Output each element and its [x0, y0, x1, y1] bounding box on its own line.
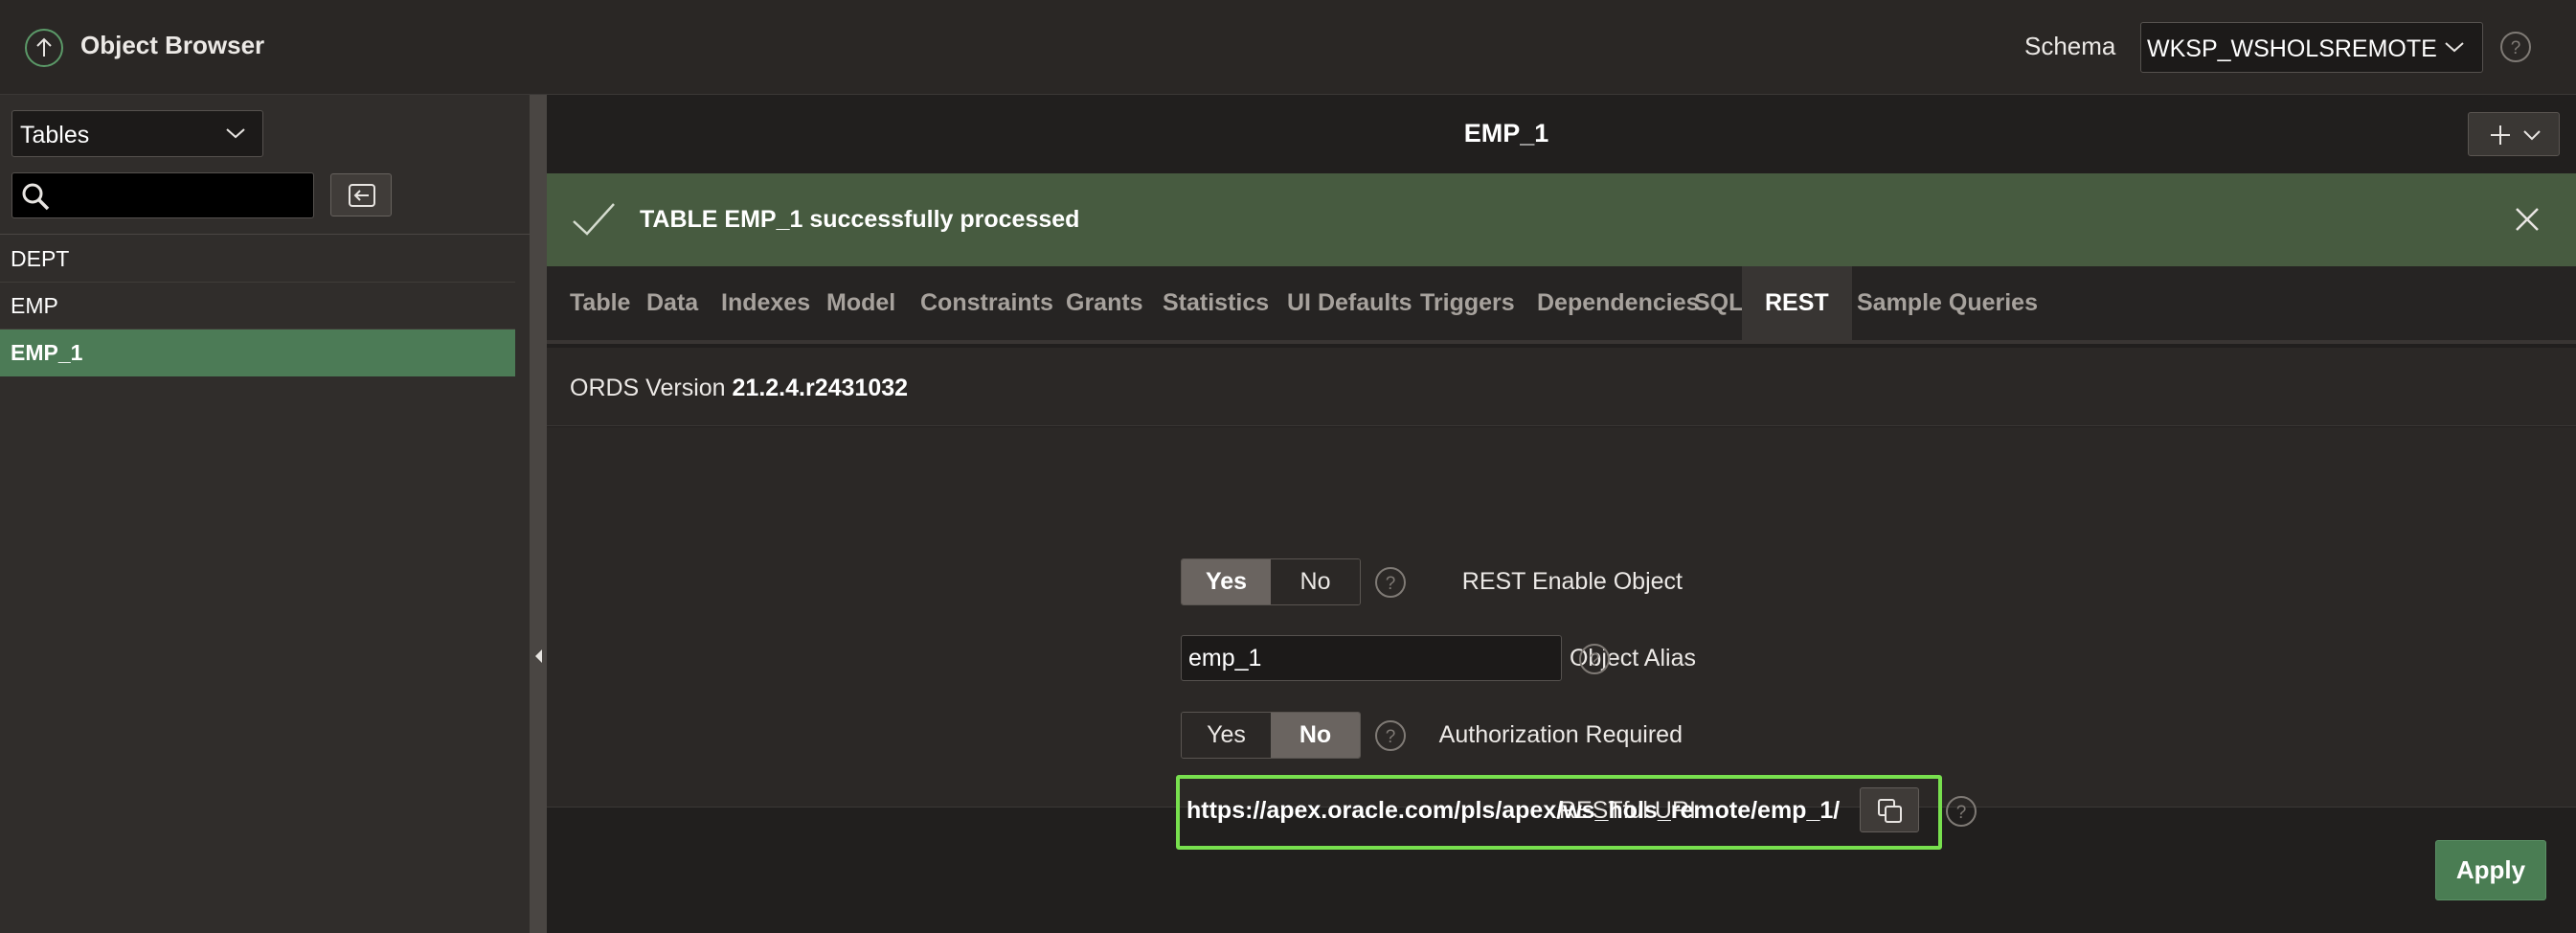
list-item[interactable]: DEPT	[0, 236, 515, 283]
ords-version-label: ORDS Version	[570, 375, 726, 401]
copy-icon	[1878, 799, 1902, 823]
ords-version-value: 21.2.4.r2431032	[732, 375, 909, 401]
svg-text:?: ?	[1956, 803, 1967, 823]
check-icon	[572, 202, 616, 237]
search-field[interactable]	[11, 172, 314, 218]
tab-sample-queries[interactable]: Sample Queries	[1834, 266, 2061, 340]
schema-value: WKSP_WSHOLSREMOTE	[2147, 35, 2437, 62]
object-alias-input[interactable]	[1181, 635, 1562, 681]
collapse-icon	[349, 184, 375, 207]
svg-text:?: ?	[2511, 38, 2521, 58]
list-item-selected[interactable]: EMP_1	[0, 330, 515, 376]
add-menu-button[interactable]	[2468, 112, 2560, 156]
search-input[interactable]	[56, 173, 307, 217]
schema-select[interactable]: WKSP_WSHOLSREMOTE	[2140, 22, 2483, 73]
ords-version-row: ORDS Version 21.2.4.r2431032	[547, 348, 2576, 426]
plus-icon	[2490, 125, 2511, 146]
success-alert: TABLE EMP_1 successfully processed	[547, 173, 2576, 266]
ords-version-text: ORDS Version 21.2.4.r2431032	[570, 375, 908, 402]
copy-button[interactable]	[1860, 787, 1919, 832]
pane-splitter[interactable]	[530, 95, 547, 933]
object-tree-pane: Tables DEPT EMP EMP_1	[0, 95, 530, 933]
chevron-down-icon	[2522, 127, 2542, 143]
chevron-down-icon	[225, 125, 246, 142]
close-icon[interactable]	[2515, 207, 2540, 232]
authorization-toggle[interactable]: Yes No	[1181, 712, 1361, 759]
list-item[interactable]: EMP	[0, 283, 515, 330]
svg-text:?: ?	[1386, 574, 1396, 594]
authorization-yes[interactable]: Yes	[1182, 713, 1271, 758]
object-details-pane: EMP_1 TABLE EMP_1 successfully processed…	[547, 95, 2576, 933]
object-list: DEPT EMP EMP_1	[0, 236, 515, 376]
help-icon[interactable]: ?	[2499, 31, 2532, 63]
restful-uri-value[interactable]: https://apex.oracle.com/pls/apex/ws_hols…	[1186, 797, 1840, 825]
help-icon[interactable]: ?	[1374, 719, 1407, 752]
svg-text:?: ?	[1386, 727, 1396, 747]
page-title: EMP_1	[1463, 119, 1549, 148]
divider	[0, 234, 530, 235]
rest-enable-yes[interactable]: Yes	[1182, 559, 1271, 604]
app-title: Object Browser	[80, 31, 265, 59]
object-title-bar: EMP_1	[547, 95, 2576, 173]
help-icon[interactable]: ?	[1578, 643, 1611, 675]
search-icon	[20, 181, 51, 212]
alert-message: TABLE EMP_1 successfully processed	[640, 206, 1080, 233]
apply-button[interactable]: Apply	[2435, 840, 2546, 900]
help-icon[interactable]: ?	[1374, 566, 1407, 599]
authorization-no[interactable]: No	[1271, 713, 1360, 758]
svg-text:?: ?	[1590, 650, 1600, 671]
tab-bar: Table Data Indexes Model Constraints Gra…	[547, 266, 2576, 344]
arrow-up-icon[interactable]	[23, 27, 65, 69]
object-type-select[interactable]: Tables	[11, 110, 263, 157]
rest-enable-toggle[interactable]: Yes No	[1181, 558, 1361, 605]
top-header: Object Browser Schema WKSP_WSHOLSREMOTE …	[0, 0, 2576, 95]
object-type-value: Tables	[20, 122, 90, 148]
collapse-tree-button[interactable]	[330, 173, 392, 216]
chevron-down-icon	[2444, 38, 2465, 56]
collapse-arrow-icon[interactable]	[534, 649, 544, 664]
rest-enable-no[interactable]: No	[1271, 559, 1360, 604]
restful-uri-box: https://apex.oracle.com/pls/apex/ws_hols…	[1176, 775, 1942, 850]
schema-label: Schema	[2024, 32, 2116, 60]
help-icon[interactable]: ?	[1945, 795, 1977, 828]
rest-settings-form: REST Enable Object Yes No ? Object Alias…	[547, 427, 2576, 850]
